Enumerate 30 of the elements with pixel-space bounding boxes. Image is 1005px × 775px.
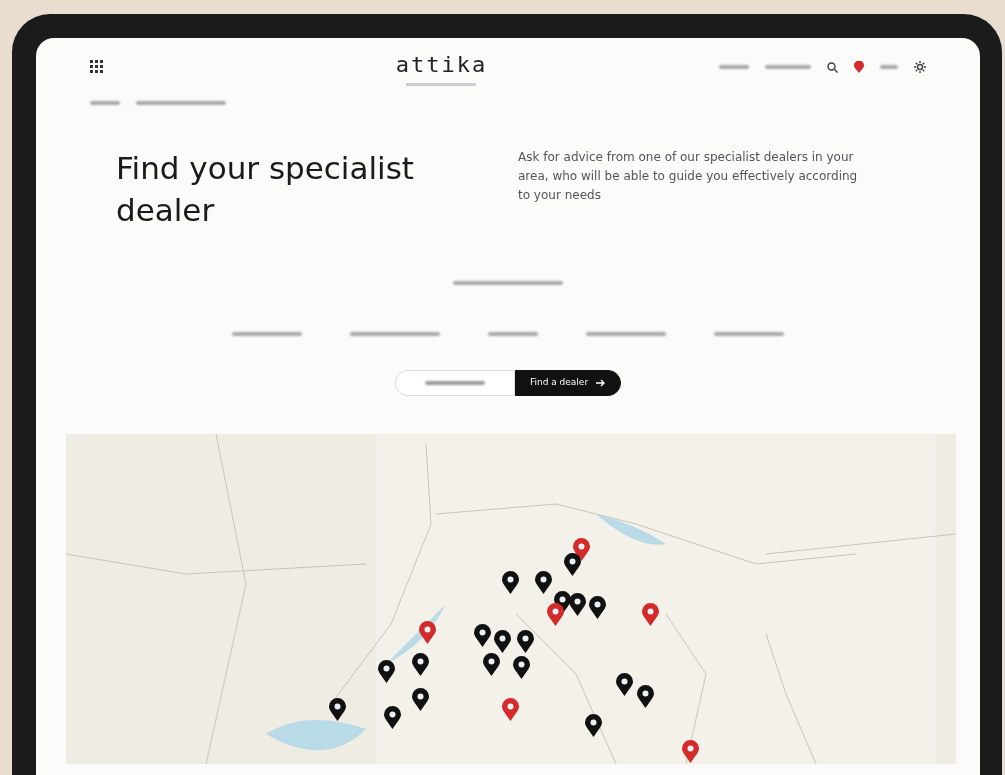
map-pin[interactable] xyxy=(378,660,395,683)
menu-grid-icon[interactable] xyxy=(90,60,104,74)
map-pin[interactable] xyxy=(616,673,633,696)
map-pin[interactable] xyxy=(494,630,511,653)
mode-tab[interactable]: Find a dealer xyxy=(515,370,621,396)
map-pin[interactable] xyxy=(513,656,530,679)
gear-icon[interactable] xyxy=(914,61,926,73)
map-pin[interactable] xyxy=(547,603,564,626)
map-pin[interactable] xyxy=(502,571,519,594)
map-pin[interactable] xyxy=(483,653,500,676)
map-pin[interactable] xyxy=(564,553,581,576)
logo[interactable]: attika xyxy=(395,48,488,81)
map-pin[interactable] xyxy=(637,685,654,708)
arrow-right-icon xyxy=(596,379,607,387)
map-pin[interactable] xyxy=(329,698,346,721)
mode-tab[interactable] xyxy=(395,370,515,396)
map-pin[interactable] xyxy=(517,630,534,653)
map-pin[interactable] xyxy=(535,571,552,594)
map-pin[interactable] xyxy=(585,714,602,737)
map-pin[interactable] xyxy=(474,624,491,647)
search-icon[interactable] xyxy=(827,61,838,73)
logo-tagline-drawing xyxy=(406,83,477,86)
map-pin[interactable] xyxy=(412,688,429,711)
page-heading: Find your specialist dealer xyxy=(116,149,415,230)
location-pin-icon[interactable] xyxy=(854,61,864,73)
map-pin[interactable] xyxy=(589,596,606,619)
map-pin[interactable] xyxy=(384,706,401,729)
map-pin[interactable] xyxy=(569,593,586,616)
map-pin[interactable] xyxy=(412,653,429,676)
intro-paragraph: Ask for advice from one of our specialist dealers in your area, who will be able to guide you effectively according to your needs xyxy=(518,149,859,205)
